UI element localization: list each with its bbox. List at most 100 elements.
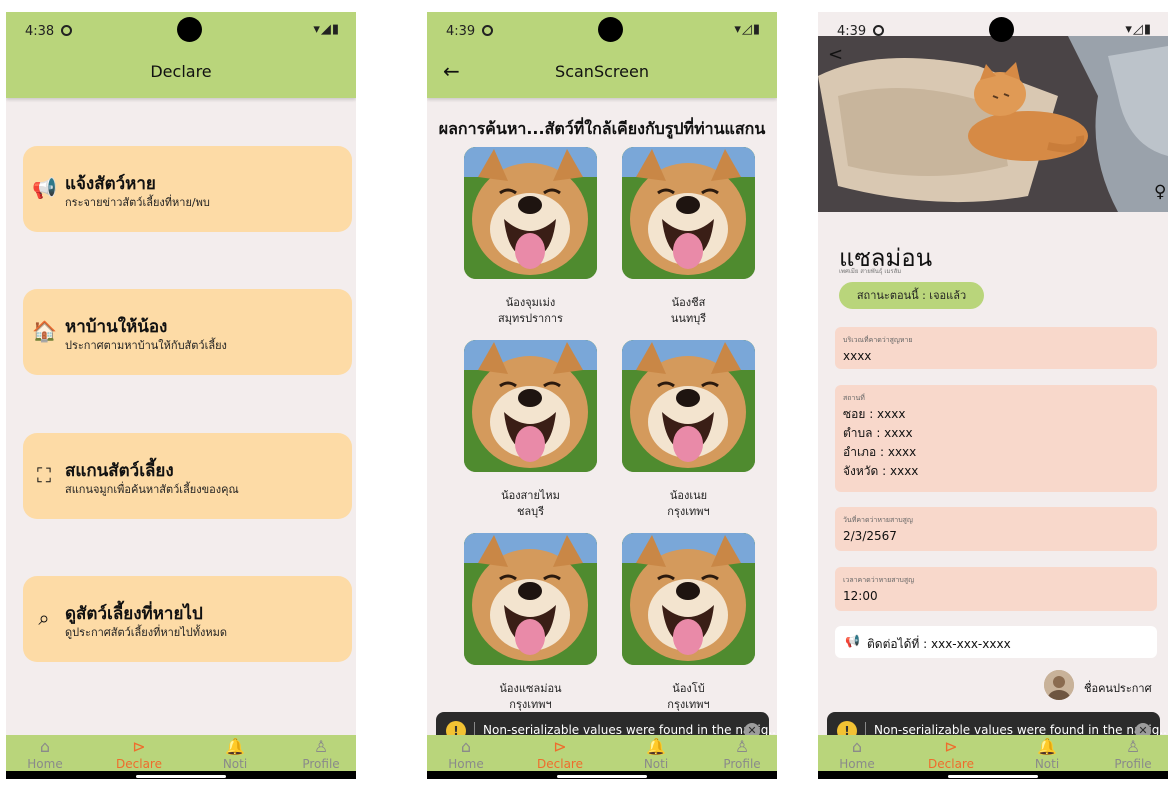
menu-subtitle: กระจายข่าวสัตว์เลี้ยงที่หาย/พบ (65, 196, 210, 209)
nav-noti[interactable]: 🔔 Noti (200, 735, 270, 771)
menu-subtitle: ดูประกาศสัตว์เลี้ยงที่หายไปทั้งหมด (65, 626, 228, 639)
home-indicator[interactable] (136, 775, 226, 778)
info-lost-time: เวลาคาดว่าหายสาบสูญ 12:00 (835, 567, 1157, 611)
declare-icon: ⊳ (132, 737, 146, 756)
menu-scan-pet[interactable]: ⛶ สแกนสัตว์เลี้ยง สแกนจมูกเพื่อค้นหาสัตว… (23, 433, 352, 519)
signal-battery-icon: ▾◿▮ (734, 22, 761, 37)
field-label: บริเวณที่คาดว่าสูญหาย (843, 336, 913, 344)
nav-profile[interactable]: ♙ Profile (1098, 735, 1168, 771)
scan-screen: 4:39 ▾◿▮ ← ScanScreen ผลการค้นหา...สัตว์… (427, 12, 777, 779)
nav-profile[interactable]: ♙ Profile (286, 735, 356, 771)
nav-declare[interactable]: ⊳ Declare (525, 735, 595, 771)
pet-card[interactable]: น้องสายไหม ชลบุรี (464, 340, 599, 518)
cat-photo-image (818, 36, 1168, 212)
nav-label: Home (27, 757, 63, 771)
pet-caption: น้องโบ้ กรุงเทพฯ (622, 681, 755, 713)
field-label: เวลาคาดว่าหายสาบสูญ (843, 576, 915, 584)
dog-image (464, 533, 597, 665)
menu-find-home[interactable]: 🏠 หาบ้านให้น้อง ประกาศตามหาบ้านให้กับสัต… (23, 289, 352, 375)
page-title: Declare (150, 62, 212, 81)
declare-icon: ⊳ (944, 737, 958, 756)
nav-label: Declare (116, 757, 162, 771)
nav-profile[interactable]: ♙ Profile (707, 735, 777, 771)
profile-icon: ♙ (1125, 737, 1141, 756)
profile-icon: ♙ (313, 737, 329, 756)
pet-card[interactable]: น้องโบ้ กรุงเทพฯ (622, 533, 757, 711)
field-label: สถานที่ (843, 394, 865, 402)
home-indicator[interactable] (557, 775, 647, 778)
home-icon: ⌂ (39, 737, 51, 756)
app-header: 4:39 ▾◿▮ ← ScanScreen (427, 12, 777, 98)
gesture-bar (427, 771, 777, 779)
nav-label: Home (839, 757, 875, 771)
status-time: 4:39 (446, 24, 476, 39)
pet-name: น้องโบ้ (672, 682, 705, 695)
pet-photo (818, 36, 1168, 212)
avatar (1044, 670, 1074, 700)
nav-noti[interactable]: 🔔 Noti (621, 735, 691, 771)
page-title: ScanScreen (555, 62, 649, 81)
nav-home[interactable]: ⌂ Home (431, 735, 501, 771)
pet-province: กรุงเทพฯ (667, 505, 710, 518)
nav-label: Declare (537, 757, 583, 771)
pet-card[interactable]: น้องแซลม่อนกรุงเทพฯ (464, 533, 599, 711)
bell-icon: 🔔 (225, 737, 245, 756)
dog-image (464, 340, 597, 472)
dog-photo (464, 533, 597, 665)
pet-detail-screen: 4:39 ▾◿▮ < ♀ แซลม่อน เพศเมีย สายพันธุ์ เ… (818, 12, 1168, 779)
gesture-bar (6, 771, 356, 779)
alarm-icon (873, 25, 884, 36)
contact-row[interactable]: 📢 ติดต่อได้ที่ : xxx-xxx-xxxx (835, 626, 1157, 658)
camera-cutout (177, 17, 202, 42)
nav-noti[interactable]: 🔔 Noti (1012, 735, 1082, 771)
nav-home[interactable]: ⌂ Home (10, 735, 80, 771)
status-time: 4:39 (837, 24, 867, 39)
bell-icon: 🔔 (646, 737, 666, 756)
home-indicator[interactable] (948, 775, 1038, 778)
female-icon: ♀ (1154, 182, 1167, 202)
status-badge: สถานะตอนนี้ : เจอแล้ว (839, 282, 984, 309)
nav-declare[interactable]: ⊳ Declare (916, 735, 986, 771)
info-lost-date: วันที่คาดว่าหายสาบสูญ 2/3/2567 (835, 507, 1157, 551)
bell-icon: 🔔 (1037, 737, 1057, 756)
nav-label: Profile (302, 757, 340, 771)
nav-label: Home (448, 757, 484, 771)
pet-caption: น้องชีส นนทบุรี (622, 295, 755, 327)
pet-name: น้องชีส (671, 296, 706, 309)
field-value: ซอย : xxxx ตำบล : xxxx อำเภอ : xxxx จังห… (843, 405, 918, 481)
bottom-nav: ⌂ Home ⊳ Declare 🔔 Noti ♙ Profile (818, 735, 1168, 779)
pet-card[interactable]: น้องเนย กรุงเทพฯ (622, 340, 757, 518)
camera-cutout (989, 17, 1014, 42)
back-arrow-icon[interactable]: < (828, 44, 843, 65)
results-heading: ผลการค้นหา...สัตว์ที่ใกล้เคียงกับรูปที่ท… (438, 119, 766, 138)
dog-image (622, 340, 755, 472)
menu-subtitle: สแกนจมูกเพื่อค้นหาสัตว์เลี้ยงของคุณ (65, 483, 239, 496)
dog-photo (622, 533, 755, 665)
field-value: 2/3/2567 (843, 529, 897, 543)
declare-icon: ⊳ (553, 737, 567, 756)
pet-province: สมุทรปราการ (498, 312, 563, 325)
dog-photo (464, 340, 597, 472)
pet-name: น้องแซลม่อน (499, 682, 562, 695)
poster-name: ชื่อคนประกาศ (1084, 682, 1152, 695)
poster-info[interactable]: ชื่อคนประกาศ (1044, 670, 1164, 702)
pet-card[interactable]: น้องชีส นนทบุรี (622, 147, 757, 325)
contact-text: ติดต่อได้ที่ : xxx-xxx-xxxx (867, 637, 1011, 651)
nav-label: Declare (928, 757, 974, 771)
dog-photo (622, 147, 755, 279)
home-icon: ⌂ (851, 737, 863, 756)
status-bar: 4:39 ▾◿▮ (427, 12, 777, 48)
menu-view-lost[interactable]: ⌕ ดูสัตว์เลี้ยงที่หายไป ดูประกาศสัตว์เลี… (23, 576, 352, 662)
location-soi: ซอย : xxxx (843, 407, 906, 421)
pet-province: ชลบุรี (516, 505, 545, 518)
pet-province: กรุงเทพฯ (509, 698, 552, 711)
menu-report-lost[interactable]: 📢 แจ้งสัตว์หาย กระจายข่าวสัตว์เลี้ยงที่ห… (23, 146, 352, 232)
nav-declare[interactable]: ⊳ Declare (104, 735, 174, 771)
pet-subtitle: เพศเมีย สายพันธุ์ เมรสัม (839, 268, 902, 275)
megaphone-icon: 📢 (845, 634, 860, 648)
alarm-icon (61, 25, 72, 36)
search-icon: ⌕ (38, 606, 50, 630)
pet-card[interactable]: น้องจุมเม่ง สมุทรปราการ (464, 147, 599, 325)
declare-screen: 4:38 ▾◢▮ Declare 📢 แจ้งสัตว์หาย กระจายข่… (6, 12, 356, 779)
nav-home[interactable]: ⌂ Home (822, 735, 892, 771)
